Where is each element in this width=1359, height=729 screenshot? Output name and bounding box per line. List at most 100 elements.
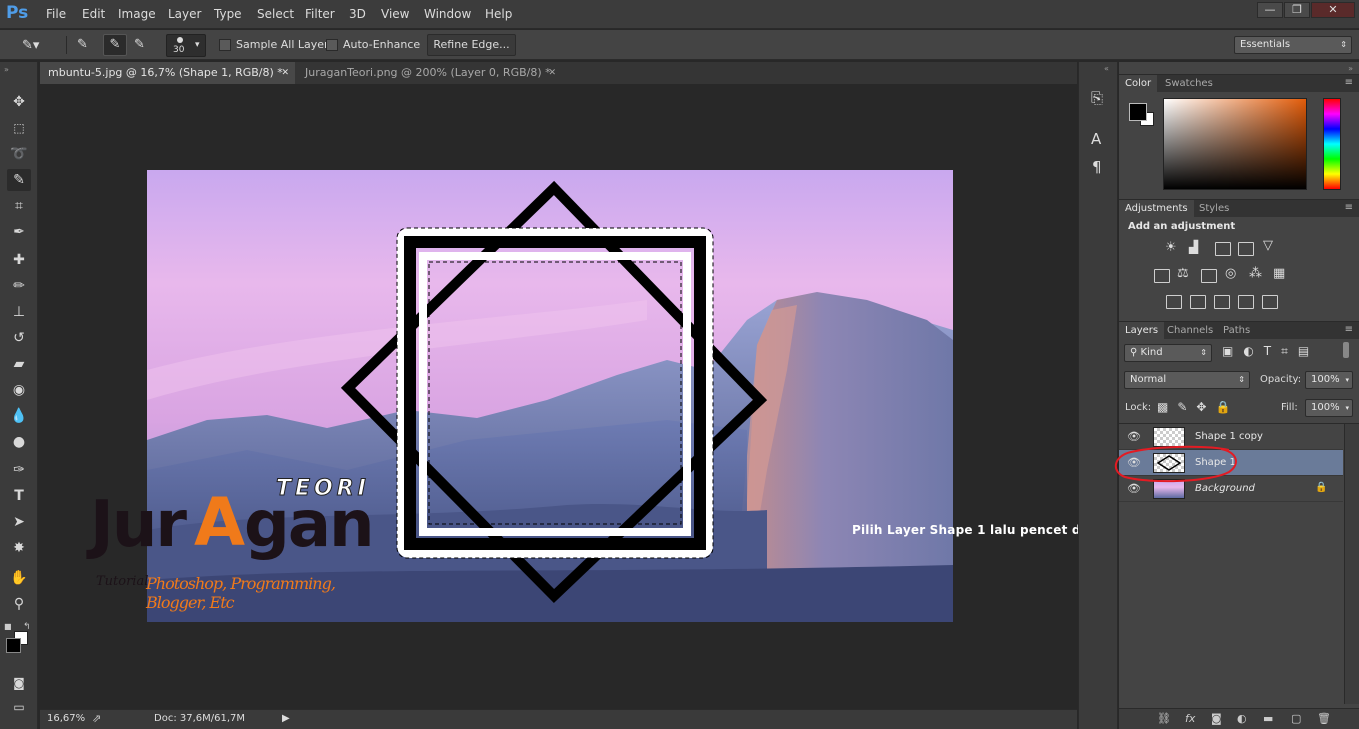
hue-slider[interactable] xyxy=(1323,98,1341,190)
close-window-button[interactable]: ✕ xyxy=(1311,2,1355,18)
blur-tool-icon[interactable]: 💧 xyxy=(7,405,31,427)
levels-icon[interactable]: ▟ xyxy=(1189,240,1198,254)
zoom-level[interactable]: 16,67% xyxy=(47,713,85,724)
visibility-eye-icon[interactable]: 👁 xyxy=(1127,430,1141,443)
collapse-arrows-icon[interactable]: « xyxy=(1104,64,1109,73)
lasso-tool-icon[interactable]: ➰ xyxy=(7,143,31,165)
add-to-selection-brush-icon[interactable]: ✎ xyxy=(103,34,127,56)
menu-file[interactable]: File xyxy=(46,7,66,21)
opacity-input[interactable]: 100% ▾ xyxy=(1305,371,1353,389)
eraser-tool-icon[interactable]: ▰ xyxy=(7,353,31,375)
paragraph-panel-icon[interactable]: ¶ xyxy=(1092,158,1102,176)
type-tool-icon[interactable]: T xyxy=(7,485,31,507)
history-brush-tool-icon[interactable]: ↺ xyxy=(7,327,31,349)
menu-3d[interactable]: 3D xyxy=(349,7,366,21)
selective-color-icon[interactable] xyxy=(1238,295,1254,309)
tab-color[interactable]: Color xyxy=(1119,75,1158,93)
close-icon[interactable]: ✕ xyxy=(281,62,289,84)
history-panel-icon[interactable]: ⎘ xyxy=(1091,89,1103,107)
dodge-tool-icon[interactable]: ● xyxy=(7,431,31,453)
auto-enhance-checkbox[interactable] xyxy=(326,39,338,51)
crop-tool-icon[interactable]: ⌗ xyxy=(7,195,31,217)
status-menu-arrow-icon[interactable]: ▶ xyxy=(282,713,290,724)
fill-input[interactable]: 100% ▾ xyxy=(1305,399,1353,417)
delete-layer-icon[interactable]: 🗑 xyxy=(1317,712,1331,725)
restore-button[interactable]: ❐ xyxy=(1284,2,1310,18)
menu-window[interactable]: Window xyxy=(424,7,471,21)
close-icon[interactable]: ✕ xyxy=(548,62,556,84)
share-icon[interactable]: ⇗ xyxy=(92,712,101,725)
sample-all-layers-checkbox[interactable] xyxy=(219,39,231,51)
gradient-map-icon[interactable] xyxy=(1262,295,1278,309)
posterize-icon[interactable] xyxy=(1190,295,1206,309)
menu-edit[interactable]: Edit xyxy=(82,7,105,21)
panel-menu-icon[interactable]: ≡ xyxy=(1345,202,1353,213)
foreground-color-swatch[interactable] xyxy=(6,638,21,653)
vibrance-icon[interactable]: ▽ xyxy=(1263,238,1273,253)
quick-selection-preset-icon[interactable]: ✎▾ xyxy=(22,38,39,53)
panel-menu-icon[interactable]: ≡ xyxy=(1345,77,1353,88)
shape-tool-icon[interactable]: ✸ xyxy=(7,537,31,559)
blend-mode-select[interactable]: Normal ⇕ xyxy=(1124,371,1250,389)
layer-style-fx-icon[interactable]: fx xyxy=(1185,712,1195,725)
link-layers-icon[interactable]: ⛓ xyxy=(1157,712,1171,725)
layer-filter-icons[interactable]: ▣◐T⌗▤ xyxy=(1222,344,1319,359)
quick-mask-icon[interactable]: ◙ xyxy=(7,672,31,694)
menu-type[interactable]: Type xyxy=(214,7,242,21)
layer-name[interactable]: Background xyxy=(1195,483,1255,494)
collapse-arrows-icon[interactable]: » xyxy=(1348,64,1353,73)
tab-channels[interactable]: Channels xyxy=(1161,322,1219,340)
add-mask-icon[interactable]: ◙ xyxy=(1211,712,1222,725)
refine-edge-button[interactable]: Refine Edge... xyxy=(427,34,516,56)
tab-mbuntu-5[interactable]: mbuntu-5.jpg @ 16,7% (Shape 1, RGB/8) * … xyxy=(40,62,295,84)
channel-mixer-icon[interactable]: ⁂ xyxy=(1249,266,1262,281)
hue-saturation-icon[interactable] xyxy=(1154,269,1170,283)
character-panel-icon[interactable]: A xyxy=(1091,130,1101,148)
brush-tool-icon[interactable]: ✏ xyxy=(7,275,31,297)
panel-menu-icon[interactable]: ≡ xyxy=(1345,324,1353,335)
brush-picker[interactable]: 30 ▾ xyxy=(166,34,206,57)
move-tool-icon[interactable]: ✥ xyxy=(7,91,31,113)
color-field[interactable] xyxy=(1163,98,1307,190)
exposure-icon[interactable] xyxy=(1238,242,1254,256)
menu-image[interactable]: Image xyxy=(118,7,156,21)
layer-filter-select[interactable]: ⚲ Kind ⇕ xyxy=(1124,344,1212,362)
photo-filter-icon[interactable]: ◎ xyxy=(1225,266,1236,281)
default-colors-icon[interactable]: ■ xyxy=(4,622,12,631)
path-selection-tool-icon[interactable]: ➤ xyxy=(7,511,31,533)
menu-select[interactable]: Select xyxy=(257,7,294,21)
new-group-icon[interactable]: ▬ xyxy=(1263,712,1273,725)
layers-scrollbar[interactable] xyxy=(1344,424,1359,704)
hand-tool-icon[interactable]: ✋ xyxy=(7,567,31,589)
layer-name[interactable]: Shape 1 copy xyxy=(1195,431,1263,442)
menu-filter[interactable]: Filter xyxy=(305,7,335,21)
menu-layer[interactable]: Layer xyxy=(168,7,201,21)
menu-view[interactable]: View xyxy=(381,7,409,21)
threshold-icon[interactable] xyxy=(1214,295,1230,309)
menu-help[interactable]: Help xyxy=(485,7,512,21)
tab-swatches[interactable]: Swatches xyxy=(1159,75,1219,93)
swap-colors-icon[interactable]: ↰ xyxy=(23,622,31,632)
foreground-color-swatch[interactable] xyxy=(1129,103,1147,121)
color-balance-icon[interactable]: ⚖ xyxy=(1177,266,1189,281)
filter-toggle-switch[interactable] xyxy=(1343,342,1349,358)
eyedropper-tool-icon[interactable]: ✒ xyxy=(7,221,31,243)
workspace-select[interactable]: Essentials ⇕ xyxy=(1234,36,1352,54)
screen-mode-icon[interactable]: ▭ xyxy=(7,696,31,718)
new-layer-icon[interactable]: ▢ xyxy=(1291,712,1301,725)
collapse-arrows-icon[interactable]: » xyxy=(4,65,9,74)
clone-stamp-tool-icon[interactable]: ⊥ xyxy=(7,301,31,323)
marquee-tool-icon[interactable]: ⬚ xyxy=(7,117,31,139)
brightness-contrast-icon[interactable]: ☀ xyxy=(1165,240,1177,255)
tab-juraganteori[interactable]: JuraganTeori.png @ 200% (Layer 0, RGB/8)… xyxy=(297,62,562,84)
curves-icon[interactable] xyxy=(1215,242,1231,256)
quick-selection-tool-icon[interactable]: ✎ xyxy=(7,169,31,191)
tab-layers[interactable]: Layers xyxy=(1119,322,1165,340)
minimize-button[interactable]: — xyxy=(1257,2,1283,18)
tab-adjustments[interactable]: Adjustments xyxy=(1119,200,1194,218)
tab-paths[interactable]: Paths xyxy=(1217,322,1256,340)
lock-options-icons[interactable]: ▩✎✥🔒 xyxy=(1157,400,1239,414)
healing-brush-tool-icon[interactable]: ✚ xyxy=(7,249,31,271)
subtract-selection-brush-icon[interactable]: ✎ xyxy=(134,37,145,52)
black-white-icon[interactable] xyxy=(1201,269,1217,283)
